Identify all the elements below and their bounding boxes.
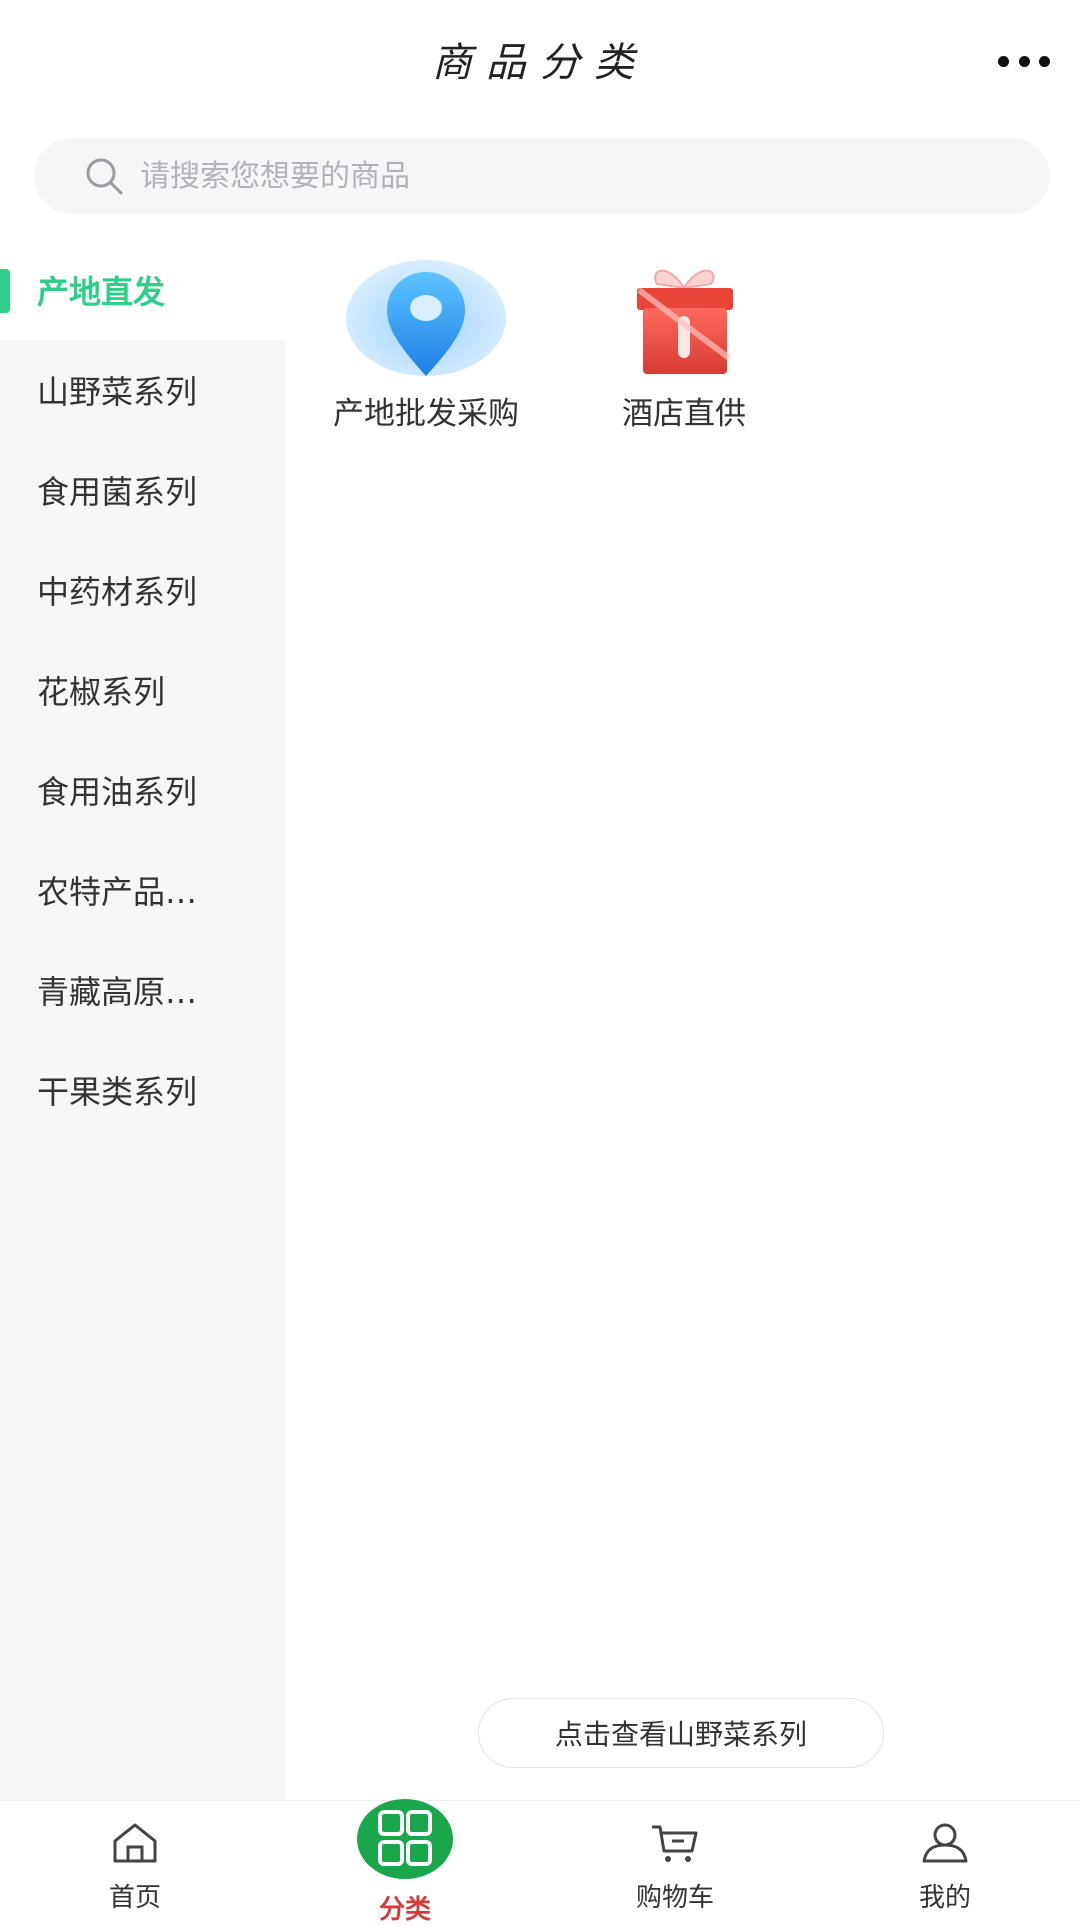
active-indicator: [0, 269, 10, 313]
subcategory-panel: 产地批发采购 酒店直供: [286, 240, 1080, 1800]
category-item-edible-fungi[interactable]: 食用菌系列: [0, 440, 286, 540]
location-pin-icon: [346, 260, 506, 376]
page-title: 商品分类: [432, 40, 648, 86]
category-grid-icon: [357, 1799, 453, 1879]
see-more-button[interactable]: 点击查看山野菜系列: [478, 1698, 884, 1768]
category-item-qinghai-tibet[interactable]: 青藏高原…: [0, 940, 286, 1040]
category-label: 山野菜系列: [37, 373, 198, 411]
category-label: 中药材系列: [37, 573, 198, 611]
subcategory-wholesale-purchase[interactable]: 产地批发采购: [306, 258, 546, 433]
cart-icon: [652, 1825, 698, 1862]
tab-cart[interactable]: 购物车: [540, 1801, 810, 1921]
home-icon: [113, 1823, 157, 1863]
category-label: 产地直发: [37, 273, 166, 311]
category-item-origin-direct[interactable]: 产地直发: [0, 240, 286, 340]
tab-label: 分类: [378, 1895, 431, 1925]
subcategory-label: 酒店直供: [622, 396, 746, 432]
category-label: 农特产品…: [37, 873, 198, 911]
category-item-edible-oil[interactable]: 食用油系列: [0, 740, 286, 840]
category-label: 食用菌系列: [37, 473, 198, 511]
search-input[interactable]: [138, 157, 942, 195]
search-icon: [86, 158, 123, 195]
subcategory-hotel-supply[interactable]: 酒店直供: [564, 258, 804, 433]
category-item-agri-specialties[interactable]: 农特产品…: [0, 840, 286, 940]
category-item-sichuan-pepper[interactable]: 花椒系列: [0, 640, 286, 740]
user-icon: [922, 1823, 968, 1863]
category-sidebar: 产地直发 山野菜系列 食用菌系列 中药材系列 花椒系列 食用油系列 农特产品… …: [0, 240, 286, 1800]
category-label: 食用油系列: [37, 773, 198, 811]
category-label: 青藏高原…: [37, 973, 198, 1011]
tab-category[interactable]: 分类: [270, 1799, 540, 1925]
bottom-tab-bar: 首页 分类 购物车 我的: [0, 1799, 1080, 1925]
tab-mine[interactable]: 我的: [810, 1801, 1080, 1921]
subcategory-label: 产地批发采购: [333, 396, 519, 432]
tab-label: 购物车: [635, 1883, 714, 1913]
tab-label: 首页: [108, 1883, 161, 1913]
header-bar: 商品分类: [0, 0, 1080, 125]
tab-home[interactable]: 首页: [0, 1801, 270, 1921]
category-label: 干果类系列: [37, 1073, 198, 1111]
category-item-dried-fruits[interactable]: 干果类系列: [0, 1040, 286, 1140]
gift-box-icon: [637, 269, 733, 374]
tab-label: 我的: [918, 1883, 971, 1913]
search-bar[interactable]: [34, 138, 1050, 214]
category-item-medicinal-herbs[interactable]: 中药材系列: [0, 540, 286, 640]
category-label: 花椒系列: [37, 673, 166, 711]
more-dots-icon[interactable]: [998, 48, 1050, 74]
category-item-wild-vegetables[interactable]: 山野菜系列: [0, 340, 286, 440]
